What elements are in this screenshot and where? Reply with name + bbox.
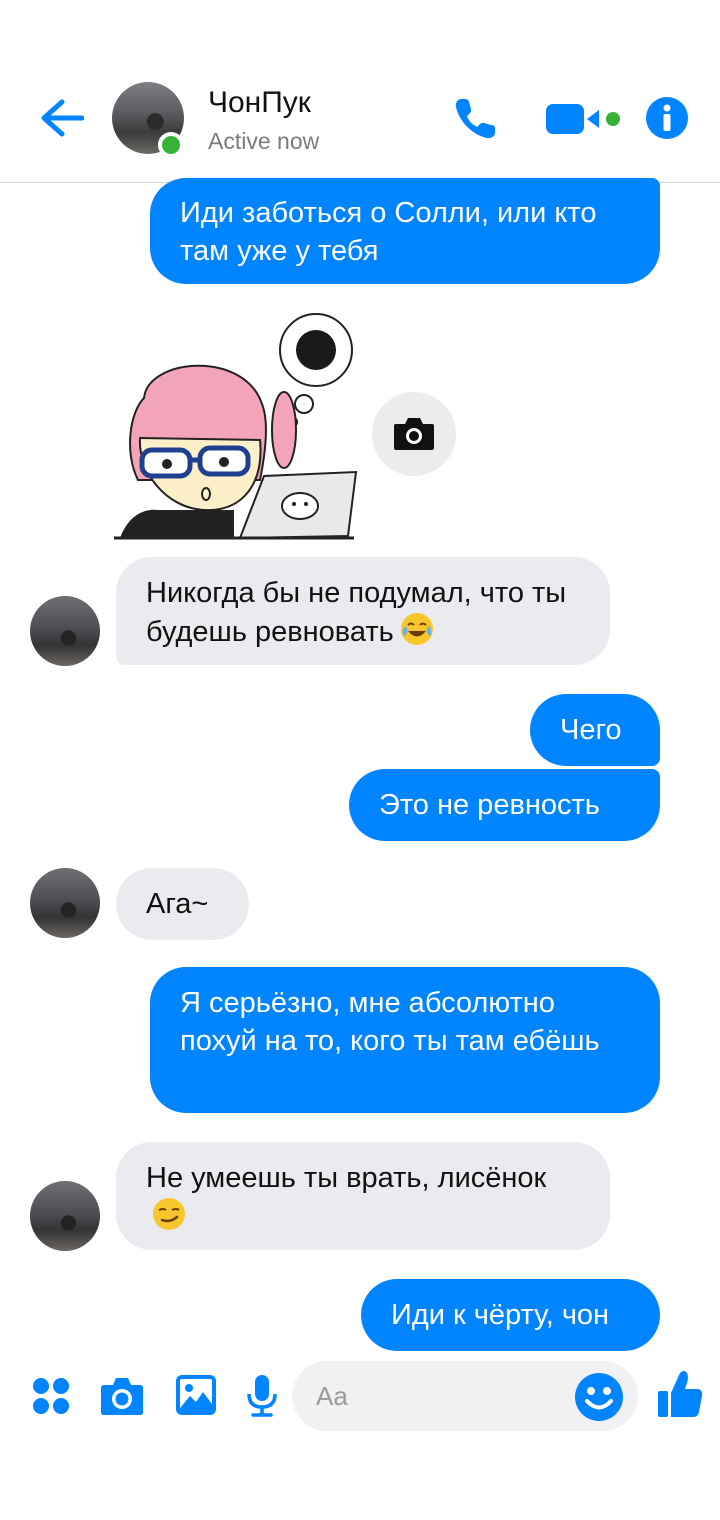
phone-call-icon[interactable]: [452, 96, 498, 142]
message-text: Это не ревность: [379, 789, 600, 821]
message-text: Иди заботься о Солли, или кто там уже у …: [180, 197, 597, 267]
active-status: Active now: [208, 128, 320, 154]
message-outgoing[interactable]: Иди заботься о Солли, или кто там уже у …: [150, 178, 660, 284]
thumbs-up-icon[interactable]: [656, 1369, 704, 1419]
message-text: Иди к чёрту, чон: [391, 1299, 610, 1331]
camera-icon[interactable]: [99, 1375, 145, 1417]
message-input[interactable]: Aa: [292, 1361, 638, 1431]
message-composer: Aa: [0, 1355, 720, 1445]
microphone-icon[interactable]: [245, 1374, 279, 1418]
input-placeholder: Aa: [316, 1381, 348, 1411]
emoji-icon[interactable]: [574, 1372, 624, 1422]
contact-avatar-small[interactable]: [30, 868, 100, 938]
message-text: Ага~: [146, 888, 209, 920]
menu-dots-icon[interactable]: [32, 1377, 70, 1415]
message-text: Никогда бы не подумал, что ты будешь рев…: [146, 577, 567, 648]
sticker-camera-button[interactable]: [372, 392, 456, 476]
video-call-icon[interactable]: [545, 100, 625, 138]
message-outgoing[interactable]: Это не ревность: [349, 769, 660, 841]
contact-avatar-small[interactable]: [30, 1181, 100, 1251]
message-text: Я серьёзно, мне абсолютно похуй на то, к…: [180, 987, 600, 1057]
message-incoming[interactable]: Ага~: [116, 868, 249, 940]
gallery-icon[interactable]: [175, 1374, 217, 1416]
info-icon[interactable]: [646, 97, 688, 139]
chat-header: ЧонПук Active now: [0, 0, 720, 183]
online-indicator: [158, 132, 184, 158]
message-incoming[interactable]: Не умеешь ты врать, лисёнок: [116, 1142, 610, 1250]
smirk-emoji-icon: [153, 1198, 185, 1230]
message-outgoing[interactable]: Иди к чёрту, чон: [361, 1279, 660, 1351]
message-text: Не умеешь ты врать, лисёнок: [146, 1162, 547, 1194]
contact-avatar-small[interactable]: [30, 596, 100, 666]
tears-of-joy-emoji-icon: [400, 613, 433, 645]
message-outgoing[interactable]: Чего: [530, 694, 660, 766]
back-arrow-icon[interactable]: [40, 98, 84, 138]
contact-name[interactable]: ЧонПук: [208, 86, 311, 120]
message-text: Чего: [560, 714, 622, 746]
camera-icon: [394, 418, 434, 450]
sticker-girl-laptop: [114, 313, 358, 540]
message-outgoing[interactable]: Я серьёзно, мне абсолютно похуй на то, к…: [150, 967, 660, 1113]
message-incoming[interactable]: Никогда бы не подумал, что ты будешь рев…: [116, 557, 610, 665]
